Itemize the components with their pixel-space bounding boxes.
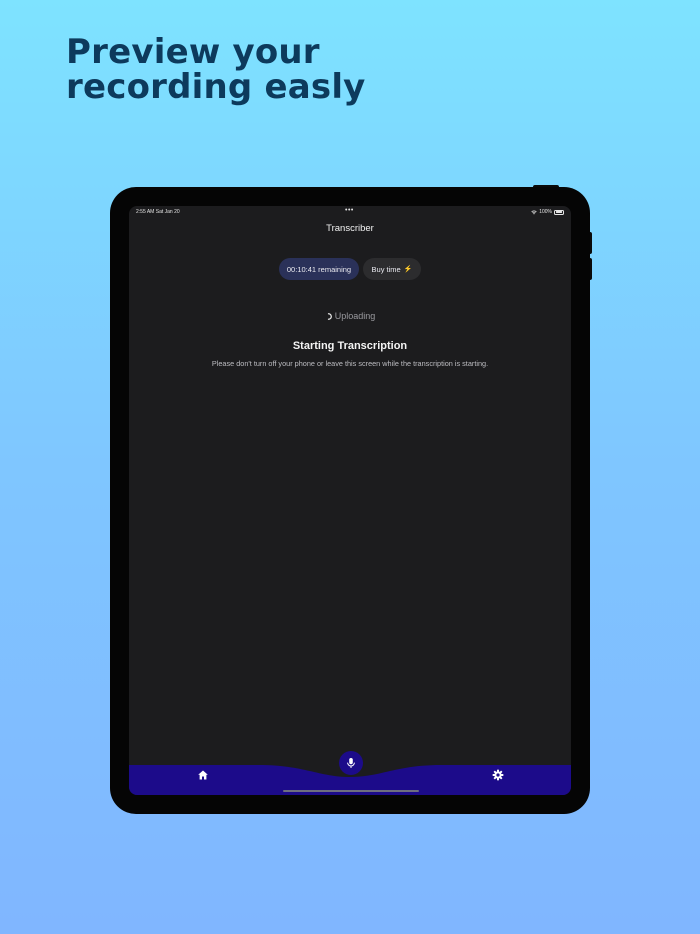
tab-bar bbox=[129, 751, 571, 795]
app-title: Transcriber bbox=[326, 223, 374, 234]
buy-time-label: Buy time bbox=[371, 264, 401, 274]
battery-icon bbox=[554, 209, 564, 215]
transcription-status-message: Please don't turn off your phone or leav… bbox=[211, 359, 489, 368]
multitasking-dots[interactable]: ••• bbox=[345, 207, 354, 214]
microphone-icon bbox=[347, 758, 355, 768]
gear-icon[interactable] bbox=[492, 769, 504, 781]
spinner-icon bbox=[327, 312, 332, 320]
upload-status: Uploading bbox=[129, 311, 571, 321]
remaining-time-badge: 00:10:41 remaining bbox=[279, 258, 359, 280]
status-right-group: 100% bbox=[531, 209, 564, 215]
time-controls: 00:10:41 remaining Buy time ⚡ bbox=[129, 258, 571, 280]
upload-status-label: Uploading bbox=[334, 311, 376, 321]
buy-time-button[interactable]: Buy time ⚡ bbox=[363, 258, 421, 280]
headline-line-2: recording easly bbox=[66, 67, 366, 107]
status-bar: 2:55 AM Sat Jan 20 ••• 100% bbox=[129, 206, 571, 218]
transcription-status-title: Starting Transcription bbox=[292, 340, 408, 352]
lightning-bolt-icon: ⚡ bbox=[403, 266, 413, 273]
home-icon[interactable] bbox=[197, 769, 209, 781]
app-screen: 2:55 AM Sat Jan 20 ••• 100% Transcriber … bbox=[129, 206, 571, 795]
remaining-time-label: 00:10:41 remaining bbox=[286, 264, 352, 274]
battery-percent: 100% bbox=[539, 209, 552, 215]
record-button[interactable] bbox=[339, 751, 363, 775]
wifi-icon bbox=[531, 210, 537, 214]
marketing-headline: Preview your recording easly bbox=[66, 35, 366, 105]
headline-line-1: Preview your bbox=[66, 32, 320, 72]
status-time-date: 2:55 AM Sat Jan 20 bbox=[136, 209, 180, 215]
home-indicator[interactable] bbox=[283, 789, 419, 792]
